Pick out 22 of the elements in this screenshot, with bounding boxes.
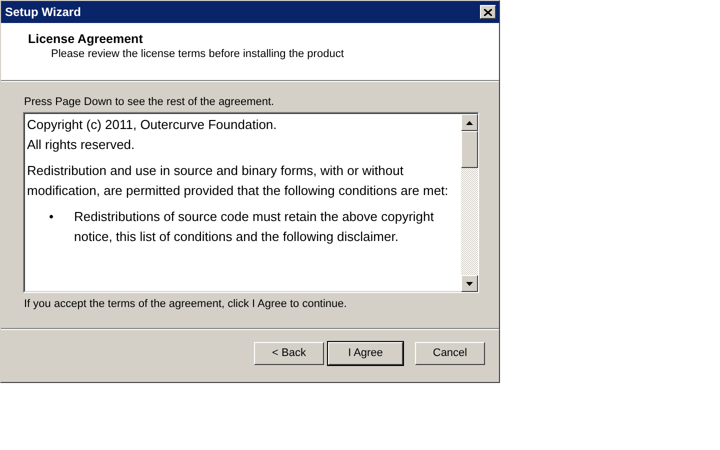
scroll-down-button[interactable] <box>461 275 478 292</box>
page-subtitle: Please review the license terms before installing the product <box>50 47 345 61</box>
bullet: • <box>49 208 55 226</box>
scroll-up-button[interactable] <box>461 114 478 131</box>
close-icon <box>484 8 492 16</box>
scrollbar[interactable] <box>461 113 478 292</box>
license-line: Copyright (c) 2011, Outercurve Foundation. <box>27 116 278 134</box>
instruction-text: Press Page Down to see the rest of the agreement. <box>24 95 276 109</box>
license-text-box[interactable] <box>23 112 479 293</box>
close-button[interactable] <box>480 5 496 19</box>
wizard-button[interactable]: Cancel <box>415 342 485 365</box>
window-title: Setup Wizard <box>5 4 81 21</box>
accept-note: If you accept the terms of the agreement, click I Agree to continue. <box>24 297 348 311</box>
wizard-button[interactable]: I Agree <box>328 342 403 365</box>
down-arrow-icon <box>466 282 473 286</box>
scroll-thumb[interactable] <box>461 131 478 168</box>
license-list-item: Redistributions of source code must retain the above copyright notice, this list of conditions and the following disclaimer. <box>74 208 435 246</box>
license-paragraph: Redistribution and use in source and binary forms, with or without modification, are permitted provided that the following conditions are met: <box>27 162 450 200</box>
license-line: All rights reserved. <box>27 136 136 154</box>
page-title: License Agreement <box>28 31 144 47</box>
up-arrow-icon <box>466 120 473 124</box>
wizard-button[interactable]: < Back <box>254 342 324 365</box>
